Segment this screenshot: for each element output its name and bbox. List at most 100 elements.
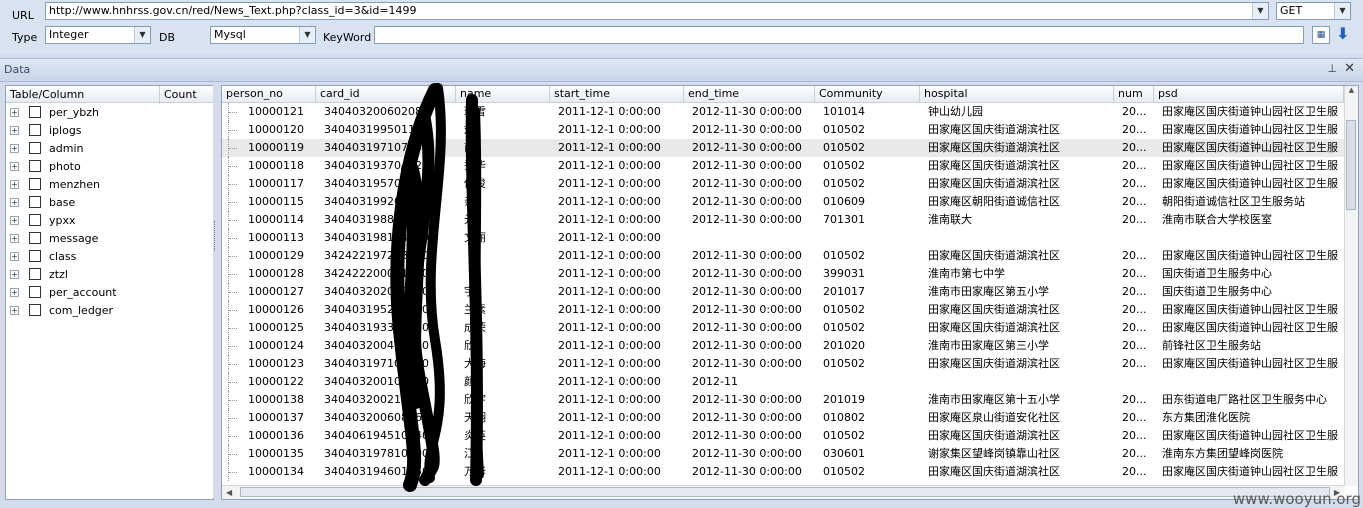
table-row[interactable]: 10000120 340403199501132 斌 2011-12-1 0:00:0… xyxy=(222,121,1344,139)
vertical-scrollbar[interactable]: ▲ xyxy=(1344,86,1358,486)
tree-header-count[interactable]: Count xyxy=(159,86,197,104)
tree-item-admin[interactable]: + admin xyxy=(6,140,213,158)
cell-num: 20... xyxy=(1122,447,1147,460)
table-checkbox[interactable] xyxy=(29,250,41,262)
column-header-end-time[interactable]: end_time xyxy=(684,86,815,102)
close-icon[interactable]: ✕ xyxy=(1344,61,1355,76)
cell-card-id: 340403199206110 xyxy=(324,195,429,208)
table-checkbox[interactable] xyxy=(29,232,41,244)
table-row[interactable]: 10000113 340403198104010 文丽 2011-12-1 0:00:… xyxy=(222,229,1344,247)
expand-icon[interactable]: + xyxy=(10,288,19,297)
tree-item-message[interactable]: + message xyxy=(6,230,213,248)
keyword-input[interactable] xyxy=(374,26,1304,44)
expand-icon[interactable]: + xyxy=(10,162,19,171)
table-row[interactable]: 10000138 340403200210100 欣宇 2011-12-1 0:00:… xyxy=(222,391,1344,409)
cell-card-id: 340403195212050 xyxy=(324,303,429,316)
table-row[interactable]: 10000137 340403200608060 天翔 2011-12-1 0:00:… xyxy=(222,409,1344,427)
cell-community: 010502 xyxy=(823,303,865,316)
table-checkbox[interactable] xyxy=(29,286,41,298)
scroll-up-icon[interactable]: ▲ xyxy=(1346,86,1357,98)
table-row[interactable]: 10000115 340403199206110 亲 2011-12-1 0:00:0… xyxy=(222,193,1344,211)
table-checkbox[interactable] xyxy=(29,124,41,136)
cell-name: 斌 xyxy=(464,123,475,136)
tree-item-per_account[interactable]: + per_account xyxy=(6,284,213,302)
chevron-down-icon[interactable]: ▼ xyxy=(1334,3,1350,19)
horizontal-scrollbar[interactable]: ◀ ▶ xyxy=(222,485,1344,499)
panel-splitter[interactable] xyxy=(213,85,219,498)
tree-item-ztzl[interactable]: + ztzl xyxy=(6,266,213,284)
table-row[interactable]: 10000114 340403198802250 元 2011-12-1 0:00:0… xyxy=(222,211,1344,229)
tree-header-table-column[interactable]: Table/Column xyxy=(10,88,84,101)
table-row[interactable]: 10000129 342422197208060 2011-12-1 0:00:00… xyxy=(222,247,1344,265)
chevron-down-icon[interactable]: ▼ xyxy=(1252,3,1268,19)
tree-item-iplogs[interactable]: + iplogs xyxy=(6,122,213,140)
table-row[interactable]: 10000117 340403195704180 传俊 2011-12-1 0:00:… xyxy=(222,175,1344,193)
column-header-hospital[interactable]: hospital xyxy=(920,86,1114,102)
expand-icon[interactable]: + xyxy=(10,180,19,189)
table-row[interactable]: 10000119 340403197107102 南 2011-12-1 0:00:0… xyxy=(222,139,1344,157)
column-header-num[interactable]: num xyxy=(1114,86,1154,102)
column-header-card-id[interactable]: card_id xyxy=(316,86,456,102)
expand-icon[interactable]: + xyxy=(10,270,19,279)
db-select[interactable]: Mysql ▼ xyxy=(210,26,316,44)
arrow-down-icon[interactable]: ⬇ xyxy=(1334,25,1352,43)
tree-item-com_ledger[interactable]: + com_ledger xyxy=(6,302,213,320)
expand-icon[interactable]: + xyxy=(10,252,19,261)
table-checkbox[interactable] xyxy=(29,160,41,172)
table-checkbox[interactable] xyxy=(29,214,41,226)
cell-name: 欣宇 xyxy=(464,393,486,406)
table-row[interactable]: 10000136 340406194510040 炎英 2011-12-1 0:00:… xyxy=(222,427,1344,445)
expand-icon[interactable]: + xyxy=(10,144,19,153)
expand-icon[interactable]: + xyxy=(10,234,19,243)
column-header-psd[interactable]: psd xyxy=(1154,86,1344,102)
table-row[interactable]: 10000135 340403197810200 江 2011-12-1 0:00:0… xyxy=(222,445,1344,463)
table-checkbox[interactable] xyxy=(29,268,41,280)
expand-icon[interactable]: + xyxy=(10,216,19,225)
tree-item-base[interactable]: + base xyxy=(6,194,213,212)
table-checkbox[interactable] xyxy=(29,106,41,118)
expand-icon[interactable]: + xyxy=(10,198,19,207)
column-header-start-time[interactable]: start_time xyxy=(550,86,684,102)
scroll-left-icon[interactable]: ◀ xyxy=(226,486,232,499)
splitter-grip[interactable] xyxy=(214,221,219,251)
column-header-person-no[interactable]: person_no xyxy=(222,86,316,102)
table-checkbox[interactable] xyxy=(29,142,41,154)
type-select[interactable]: Integer ▼ xyxy=(45,26,151,44)
column-header-community[interactable]: Community xyxy=(815,86,920,102)
table-row[interactable]: 10000123 340403197107100 大海 2011-12-1 0:00:… xyxy=(222,355,1344,373)
tree-item-class[interactable]: + class xyxy=(6,248,213,266)
table-checkbox[interactable] xyxy=(29,196,41,208)
table-row[interactable]: 10000134 340403194601250 万华 2011-12-1 0:00:… xyxy=(222,463,1344,481)
cell-hospital: 淮南市田家庵区第五小学 xyxy=(928,285,1049,298)
tree-item-photo[interactable]: + photo xyxy=(6,158,213,176)
table-row[interactable]: 10000118 340403193704220 秀华 2011-12-1 0:00:… xyxy=(222,157,1344,175)
expand-icon[interactable]: + xyxy=(10,108,19,117)
tree-item-menzhen[interactable]: + menzhen xyxy=(6,176,213,194)
table-row[interactable]: 10000124 340403200410220 欣 2011-12-1 0:00:0… xyxy=(222,337,1344,355)
table-row[interactable]: 10000121 340403200602080 瑞雪 2011-12-1 0:00:… xyxy=(222,103,1344,121)
tree-item-per_ybzh[interactable]: + per_ybzh xyxy=(6,104,213,122)
table-row[interactable]: 10000128 342422200001060 2011-12-1 0:00:00… xyxy=(222,265,1344,283)
table-checkbox[interactable] xyxy=(29,178,41,190)
method-select[interactable]: GET ▼ xyxy=(1276,2,1351,20)
cell-hospital: 淮南市田家庵区第三小学 xyxy=(928,339,1049,352)
url-input[interactable]: http://www.hnhrss.gov.cn/red/News_Text.p… xyxy=(45,2,1269,20)
table-row[interactable]: 10000122 340403200102020 颜 2011-12-1 0:00:0… xyxy=(222,373,1344,391)
horizontal-scroll-thumb[interactable] xyxy=(240,487,1330,497)
expand-icon[interactable]: + xyxy=(10,306,19,315)
pin-icon[interactable]: ⊥ xyxy=(1327,62,1337,75)
table-row[interactable]: 10000126 340403195212050 兰素 2011-12-1 0:00:… xyxy=(222,301,1344,319)
table-row[interactable]: 10000125 340403193311040 成荣 2011-12-1 0:00:… xyxy=(222,319,1344,337)
grid-options-icon[interactable]: ▦ xyxy=(1312,26,1330,44)
vertical-scroll-thumb[interactable] xyxy=(1346,120,1356,210)
expand-icon[interactable]: + xyxy=(10,126,19,135)
cell-num: 20... xyxy=(1122,267,1147,280)
tree-item-ypxx[interactable]: + ypxx xyxy=(6,212,213,230)
table-checkbox[interactable] xyxy=(29,304,41,316)
chevron-down-icon[interactable]: ▼ xyxy=(299,27,315,43)
cell-card-id: 340403200210100 xyxy=(324,393,429,406)
column-header-name[interactable]: name xyxy=(456,86,550,102)
cell-card-id: 340403197810200 xyxy=(324,447,429,460)
table-row[interactable]: 10000127 340403202040200 宇 2011-12-1 0:00:0… xyxy=(222,283,1344,301)
chevron-down-icon[interactable]: ▼ xyxy=(134,27,150,43)
